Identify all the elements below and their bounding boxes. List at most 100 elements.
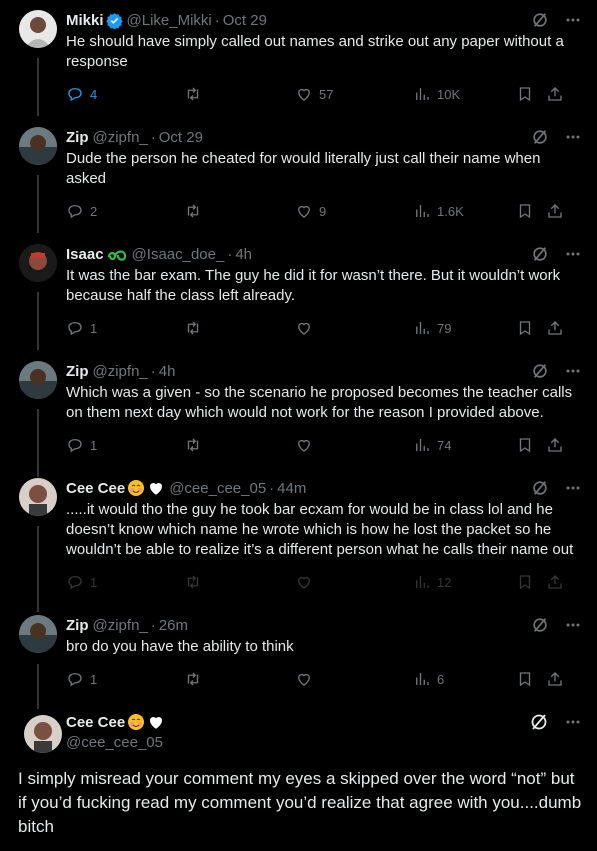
retweet-icon (187, 438, 199, 452)
bookmark-button[interactable] (516, 202, 546, 220)
share-button[interactable] (546, 319, 564, 337)
share-button[interactable] (546, 85, 564, 103)
grok-icon[interactable] (531, 245, 549, 263)
like-button[interactable] (295, 573, 413, 591)
like-button[interactable] (295, 436, 413, 454)
tweet-top-actions (531, 361, 581, 381)
views-button[interactable]: 79 (413, 319, 516, 337)
handle[interactable]: @zipfn_ (93, 129, 148, 146)
more-icon[interactable] (565, 246, 581, 262)
handle[interactable]: @cee_cee_05 (169, 480, 266, 497)
grok-icon[interactable] (531, 128, 549, 146)
like-button[interactable] (295, 670, 413, 688)
tweet-top-actions (529, 712, 581, 732)
grok-icon[interactable] (531, 362, 549, 380)
timestamp[interactable]: 4h (159, 363, 176, 380)
timestamp[interactable]: 26m (159, 617, 188, 634)
grok-icon[interactable] (531, 11, 549, 29)
more-icon[interactable] (565, 12, 581, 28)
tweet-text: bro do you have the ability to think (66, 638, 294, 655)
reply-button[interactable]: 2 (66, 202, 184, 220)
retweet-button[interactable] (184, 573, 295, 591)
retweet-button[interactable] (184, 670, 295, 688)
handle[interactable]: @cee_cee_05 (66, 734, 163, 751)
view-count: 10K (437, 86, 461, 102)
display-name[interactable]: Cee Cee (66, 480, 125, 497)
avatar[interactable] (19, 127, 57, 165)
verified-badge-icon (105, 12, 123, 29)
bookmark-icon (519, 204, 531, 219)
more-icon[interactable] (565, 617, 581, 633)
views-button[interactable]: 10K (413, 85, 516, 103)
views-button[interactable]: 74 (413, 436, 516, 454)
separator: · (269, 479, 275, 497)
retweet-button[interactable] (184, 436, 295, 454)
views-button[interactable]: 12 (413, 573, 516, 591)
grok-icon[interactable] (531, 616, 549, 634)
reply-button[interactable]: 1 (66, 573, 184, 591)
tweet-actions: 1 74 (66, 435, 583, 455)
bookmark-button[interactable] (516, 319, 546, 337)
like-button[interactable]: 57 (295, 85, 413, 103)
more-icon[interactable] (565, 714, 581, 730)
display-name[interactable]: Zip (66, 363, 89, 380)
timestamp[interactable]: Oct 29 (223, 12, 267, 29)
share-button[interactable] (546, 573, 564, 591)
separator: · (150, 616, 156, 634)
share-icon (548, 204, 562, 218)
separator: · (227, 245, 233, 263)
share-button[interactable] (546, 436, 564, 454)
avatar[interactable] (19, 478, 57, 516)
bookmark-button[interactable] (516, 85, 546, 103)
handle[interactable]: @Isaac_doe_ (132, 246, 225, 263)
reply-count: 4 (90, 86, 98, 102)
like-button[interactable]: 9 (295, 202, 413, 220)
handle[interactable]: @zipfn_ (93, 617, 148, 634)
white-heart-emoji-icon (147, 713, 165, 731)
more-icon[interactable] (565, 363, 581, 379)
bookmark-button[interactable] (516, 670, 546, 688)
bookmark-button[interactable] (516, 573, 546, 591)
reply-button[interactable]: 1 (66, 670, 184, 688)
timestamp[interactable]: 44m (277, 480, 306, 497)
share-button[interactable] (546, 670, 564, 688)
avatar[interactable] (19, 615, 57, 653)
timestamp[interactable]: 4h (235, 246, 252, 263)
retweet-button[interactable] (184, 85, 295, 103)
handle[interactable]: @Like_Mikki (127, 12, 212, 29)
tweet-text: Dude the person he cheated for would lit… (66, 150, 541, 187)
tweet-actions: 1 79 (66, 318, 583, 338)
display-name[interactable]: Cee Cee (66, 714, 125, 731)
avatar[interactable] (24, 715, 62, 753)
retweet-button[interactable] (184, 202, 295, 220)
display-name[interactable]: Zip (66, 129, 89, 146)
display-name[interactable]: Mikki (66, 12, 104, 29)
share-button[interactable] (546, 202, 564, 220)
tweet-header: Mikki @Like_Mikki · Oct 29 (66, 10, 267, 30)
reply-button[interactable]: 1 (66, 436, 184, 454)
reply-button[interactable]: 1 (66, 319, 184, 337)
more-icon[interactable] (565, 480, 581, 496)
views-button[interactable]: 1.6K (413, 202, 516, 220)
retweet-icon (187, 204, 199, 218)
display-name[interactable]: Isaac (66, 246, 104, 263)
timestamp[interactable]: Oct 29 (159, 129, 203, 146)
bookmark-icon (519, 438, 531, 453)
like-button[interactable] (295, 319, 413, 337)
display-name[interactable]: Zip (66, 617, 89, 634)
grok-icon[interactable] (529, 712, 549, 732)
grok-icon[interactable] (531, 479, 549, 497)
more-icon[interactable] (565, 129, 581, 145)
view-count: 6 (437, 671, 445, 687)
bookmark-button[interactable] (516, 436, 546, 454)
view-count: 79 (437, 320, 452, 336)
avatar[interactable] (19, 244, 57, 282)
avatar[interactable] (19, 10, 57, 48)
reply-button[interactable]: 4 (66, 85, 184, 103)
views-button[interactable]: 6 (413, 670, 516, 688)
blush-emoji-icon (127, 479, 145, 497)
handle[interactable]: @zipfn_ (93, 363, 148, 380)
views-icon (416, 576, 429, 588)
avatar[interactable] (19, 361, 57, 399)
retweet-button[interactable] (184, 319, 295, 337)
